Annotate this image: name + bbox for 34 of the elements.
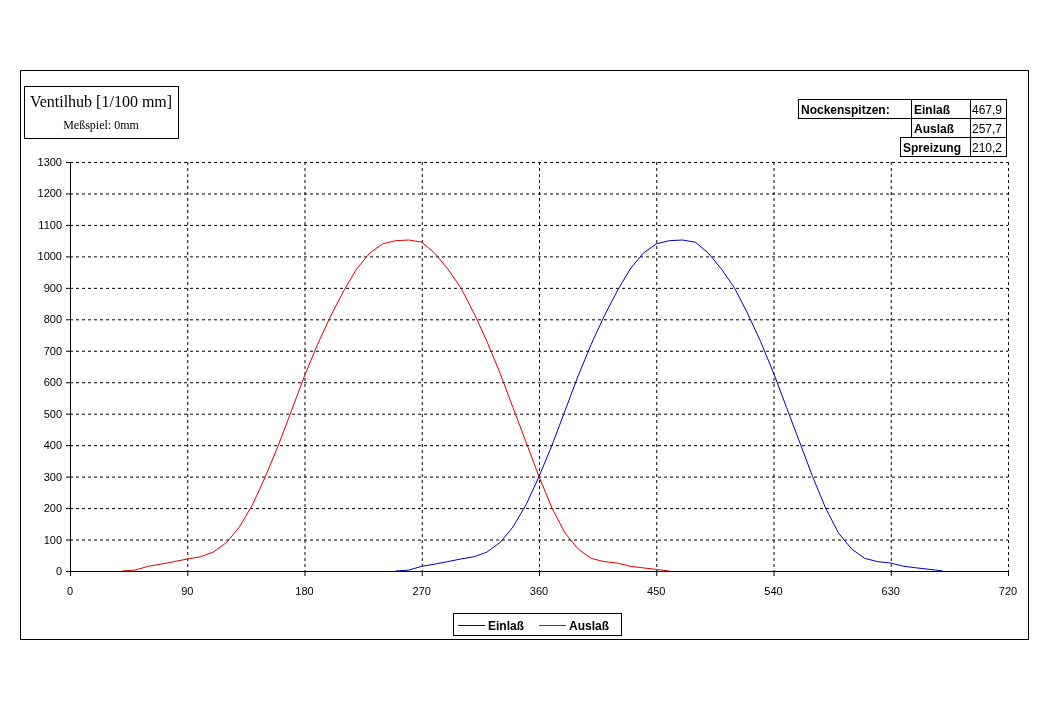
table-heading: Nockenspitzen: [801, 103, 890, 117]
y-tick-label: 1200 [37, 187, 62, 200]
legend-label: Auslaß [569, 619, 609, 633]
y-tick-label: 300 [43, 470, 62, 483]
row-value: 467,9 [972, 103, 1003, 117]
x-tick-label: 0 [66, 585, 74, 597]
x-tick-label: 270 [412, 585, 431, 597]
y-tick-label: 1100 [38, 218, 62, 231]
y-tick-label: 1300 [37, 156, 62, 168]
y-tick-label: 200 [43, 502, 62, 515]
y-tick-label: 100 [43, 533, 62, 546]
row-label: Spreizung [903, 141, 961, 155]
legend-label: Einlaß [488, 619, 524, 633]
y-tick-label: 700 [43, 344, 62, 357]
y-tick-label: 1000 [37, 250, 62, 263]
x-tick-label: 630 [881, 585, 900, 597]
x-tick-label: 180 [295, 585, 314, 597]
x-tick-label: 360 [529, 585, 549, 597]
y-tick-label: 600 [43, 376, 62, 389]
y-tick-label: 0 [55, 565, 62, 577]
x-tick-label: 450 [647, 585, 666, 597]
y-tick-label: 400 [43, 439, 62, 452]
y-tick-label: 900 [43, 281, 62, 294]
chart-subtitle: Meßspiel: 0mm [63, 118, 139, 132]
x-tick-label: 540 [764, 585, 783, 597]
chart-title: Ventilhub [1/100 mm] [29, 93, 173, 110]
row-value: 210,2 [972, 141, 1003, 155]
y-tick-label: 800 [43, 313, 62, 326]
x-tick-label: 720 [998, 585, 1018, 597]
row-label: Auslaß [914, 122, 954, 136]
x-tick-label: 90 [181, 585, 194, 597]
row-label: Einlaß [914, 103, 950, 117]
row-value: 257,7 [972, 122, 1003, 136]
y-tick-label: 500 [43, 407, 62, 420]
